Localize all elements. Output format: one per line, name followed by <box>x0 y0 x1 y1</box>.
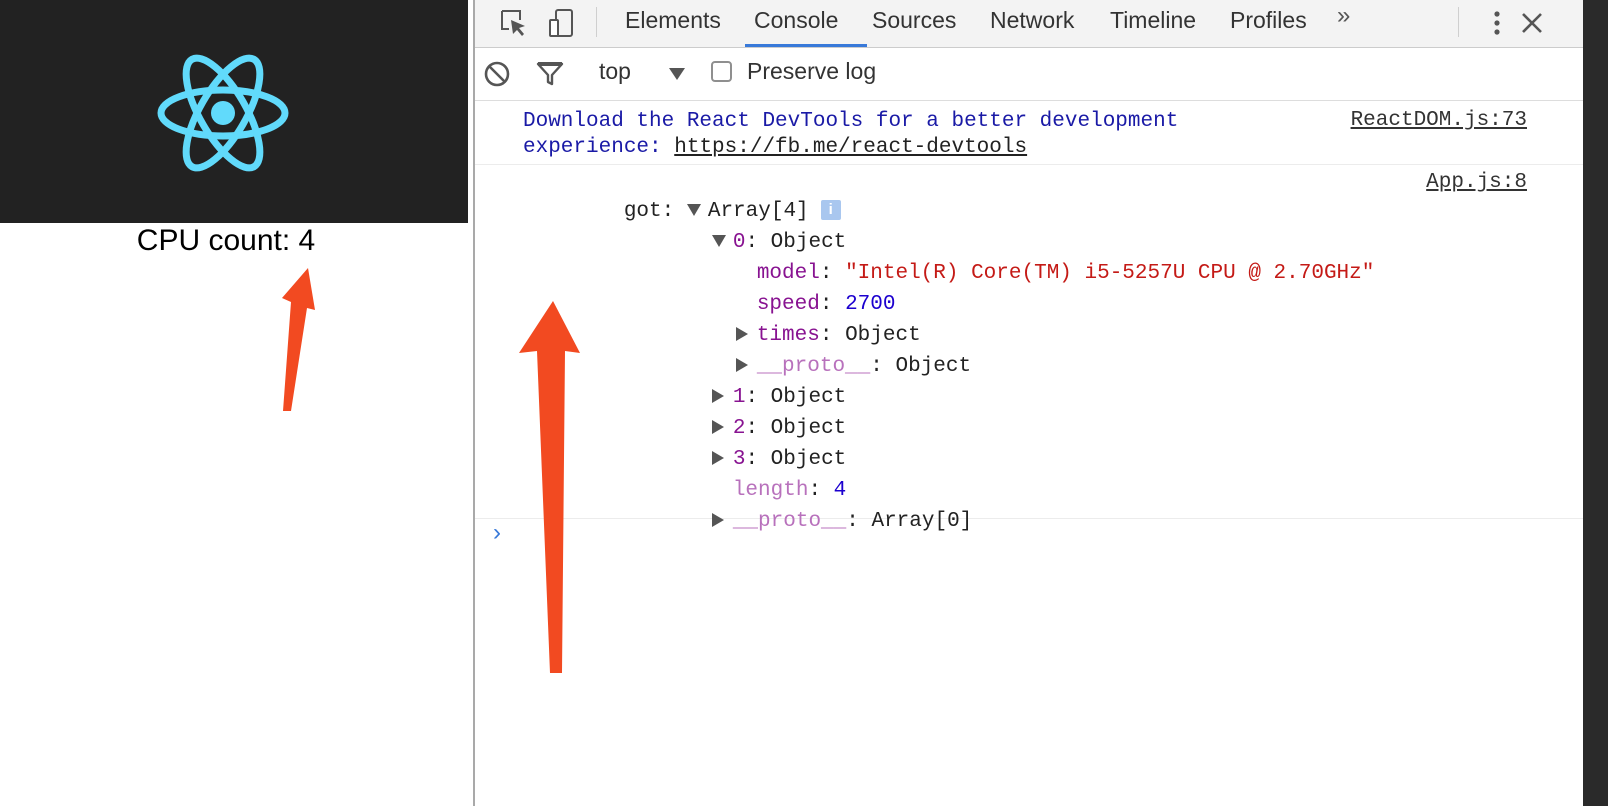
annotation-arrow <box>519 301 580 673</box>
source-link[interactable]: ReactDOM.js:73 <box>1351 109 1527 132</box>
tab-profiles[interactable]: Profiles <box>1230 0 1307 46</box>
console-toolbar: top Preserve log <box>475 48 1583 101</box>
toolbar-separator <box>596 7 597 37</box>
app-header <box>0 0 468 223</box>
tree-row[interactable]: __proto__: Array[0] <box>611 483 972 561</box>
expand-triangle-icon[interactable] <box>711 513 724 528</box>
property-key: __proto__ <box>732 510 847 533</box>
tab-sources[interactable]: Sources <box>872 0 956 46</box>
react-logo-icon <box>157 54 289 172</box>
close-icon[interactable] <box>1515 6 1549 40</box>
tab-elements[interactable]: Elements <box>625 0 721 46</box>
console-message: App.js:8 got: Array[4] i 0: Object model:… <box>475 165 1583 533</box>
property-value: "Intel(R) Core(TM) i5-5257U CPU @ 2.70GH… <box>845 262 1375 285</box>
annotation-arrow <box>282 268 315 411</box>
toolbar-separator <box>1458 7 1459 37</box>
inspect-element-icon[interactable] <box>497 6 531 40</box>
tab-timeline[interactable]: Timeline <box>1110 0 1196 46</box>
console-prompt[interactable]: › <box>493 519 501 547</box>
devtools-tabbar: Elements Console Sources Network Timelin… <box>475 0 1583 48</box>
console-message-text: Download the React DevTools for a better… <box>523 109 1178 161</box>
active-tab-indicator <box>745 44 867 47</box>
preserve-log-label[interactable]: Preserve log <box>747 58 876 85</box>
more-options-icon[interactable] <box>1487 6 1507 40</box>
message-text-line2: experience: <box>523 136 675 159</box>
console-message: Download the React DevTools for a better… <box>475 101 1583 165</box>
chevron-down-icon[interactable] <box>669 68 685 80</box>
preserve-log-checkbox[interactable] <box>711 61 732 82</box>
tab-network[interactable]: Network <box>990 0 1074 46</box>
clear-console-icon[interactable] <box>483 60 511 88</box>
property-value: Array[0] <box>871 510 973 533</box>
filter-icon[interactable] <box>535 60 565 88</box>
devtools-panel: Elements Console Sources Network Timelin… <box>475 0 1583 806</box>
tab-console[interactable]: Console <box>754 0 838 46</box>
window-edge <box>1583 0 1608 806</box>
context-selector[interactable]: top <box>599 58 631 85</box>
more-tabs-button[interactable]: » <box>1337 2 1350 30</box>
property-value: Object <box>895 355 972 378</box>
cpu-count-text: CPU count: 4 <box>136 224 316 257</box>
app-page: CPU count: 4 <box>0 0 468 806</box>
devtools-link[interactable]: https://fb.me/react-devtools <box>674 136 1027 159</box>
source-link[interactable]: App.js:8 <box>1426 171 1527 194</box>
message-text-line1: Download the React DevTools for a better… <box>523 110 1179 133</box>
device-mode-icon[interactable] <box>545 6 579 40</box>
console-output: Download the React DevTools for a better… <box>475 101 1583 806</box>
